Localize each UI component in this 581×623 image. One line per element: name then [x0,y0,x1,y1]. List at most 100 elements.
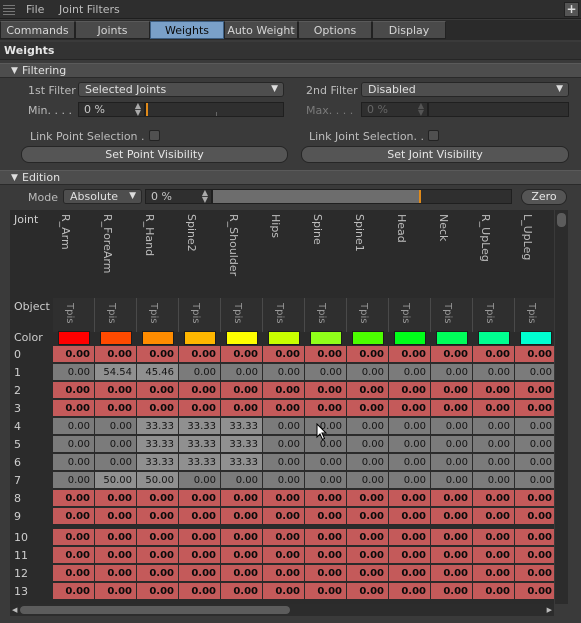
weight-cell[interactable]: 0.00 [95,382,137,399]
weight-cell[interactable]: 33.33 [137,454,179,471]
spinner-icon[interactable]: ▲ ▼ [202,189,208,204]
weight-cell[interactable]: 0.00 [263,400,305,417]
weight-cell[interactable]: 0.00 [221,565,263,582]
color-swatch[interactable] [394,331,426,345]
weight-cell[interactable]: 0.00 [347,382,389,399]
weight-cell[interactable]: 0.00 [347,583,389,600]
weight-cell[interactable]: 0.00 [473,490,515,507]
weight-cell[interactable]: 0.00 [473,364,515,381]
weight-cell[interactable]: 0.00 [515,565,554,582]
weight-cell[interactable]: 0.00 [137,400,179,417]
weight-cell[interactable]: 0.00 [515,472,554,489]
weight-cell[interactable]: 0.00 [431,382,473,399]
weight-cell[interactable]: 0.00 [221,490,263,507]
weight-cell[interactable]: 0.00 [179,529,221,546]
weight-cell[interactable]: 0.00 [53,346,95,363]
weight-cell[interactable]: 0.00 [53,364,95,381]
slider-handle[interactable] [146,103,148,116]
collapse-triangle-icon[interactable]: ▼ [11,66,18,76]
weight-cell[interactable]: 33.33 [179,436,221,453]
weight-cell[interactable]: 0.00 [389,454,431,471]
weight-cell[interactable]: 0.00 [515,400,554,417]
weight-cell[interactable]: 0.00 [305,472,347,489]
color-swatch[interactable] [520,331,552,345]
weight-cell[interactable]: 0.00 [305,364,347,381]
weight-cell[interactable]: 0.00 [179,472,221,489]
weight-cell[interactable]: 0.00 [221,508,263,525]
weight-cell[interactable]: 0.00 [515,346,554,363]
weight-cell[interactable]: 0.00 [431,547,473,564]
weight-cell[interactable]: 33.33 [179,418,221,435]
menu-joint-filters[interactable]: Joint Filters [59,3,120,16]
set-point-visibility-button[interactable]: Set Point Visibility [21,146,288,163]
weight-cell[interactable]: 0.00 [179,400,221,417]
menu-file[interactable]: File [26,3,44,16]
weight-cell[interactable]: 0.00 [431,490,473,507]
weight-cell[interactable]: 0.00 [305,583,347,600]
weight-cell[interactable]: 0.00 [53,472,95,489]
weight-cell[interactable]: 0.00 [263,472,305,489]
weight-cell[interactable]: 33.33 [137,418,179,435]
weight-cell[interactable]: 0.00 [95,547,137,564]
joint-column-header[interactable]: Spine2 [185,214,198,252]
color-swatch[interactable] [100,331,132,345]
joint-column-header[interactable]: R_UpLeg [479,214,492,262]
weight-cell[interactable]: 0.00 [305,400,347,417]
weight-cell[interactable]: 0.00 [95,418,137,435]
weight-cell[interactable]: 0.00 [137,583,179,600]
weight-cell[interactable]: 0.00 [305,382,347,399]
weight-cell[interactable]: 0.00 [515,418,554,435]
weight-cell[interactable]: 0.00 [137,346,179,363]
scroll-left-icon[interactable]: ◀ [12,606,17,614]
weight-cell[interactable]: 0.00 [431,529,473,546]
scrollbar-thumb[interactable] [20,606,290,614]
tab-auto-weight[interactable]: Auto Weight [224,21,298,39]
weight-cell[interactable]: 0.00 [347,472,389,489]
weight-cell[interactable]: 0.00 [263,565,305,582]
weight-cell[interactable]: 0.00 [95,529,137,546]
weight-cell[interactable]: 0.00 [473,382,515,399]
weight-cell[interactable]: 0.00 [95,583,137,600]
horizontal-scrollbar[interactable]: ◀ ▶ [10,604,554,616]
weight-cell[interactable]: 0.00 [95,565,137,582]
weight-cell[interactable]: 0.00 [431,436,473,453]
weight-cell[interactable]: 0.00 [221,364,263,381]
weight-cell[interactable]: 0.00 [473,529,515,546]
link-joint-checkbox[interactable] [428,130,439,141]
grip-icon[interactable] [3,4,15,15]
weight-cell[interactable]: 0.00 [473,547,515,564]
weight-cell[interactable]: 0.00 [389,490,431,507]
weight-cell[interactable]: 50.00 [137,472,179,489]
weight-cell[interactable]: 0.00 [263,418,305,435]
weight-cell[interactable]: 0.00 [53,454,95,471]
color-swatch[interactable] [226,331,258,345]
color-swatch[interactable] [436,331,468,345]
weight-cell[interactable]: 33.33 [179,454,221,471]
weight-cell[interactable]: 0.00 [137,529,179,546]
weight-cell[interactable]: 0.00 [263,547,305,564]
weight-cell[interactable]: 0.00 [515,454,554,471]
weight-cell[interactable]: 0.00 [305,490,347,507]
weight-cell[interactable]: 0.00 [389,472,431,489]
zero-button[interactable]: Zero [521,189,567,205]
tab-weights[interactable]: Weights [150,21,224,39]
weight-cell[interactable]: 0.00 [473,472,515,489]
weight-cell[interactable]: 0.00 [389,382,431,399]
weight-cell[interactable]: 0.00 [515,436,554,453]
strength-input[interactable]: 0 % ▲ ▼ [145,189,212,204]
weight-cell[interactable]: 33.33 [221,436,263,453]
weight-cell[interactable]: 0.00 [515,382,554,399]
weight-cell[interactable]: 0.00 [389,508,431,525]
weight-cell[interactable]: 0.00 [473,436,515,453]
tab-options[interactable]: Options [298,21,372,39]
joint-column-header[interactable]: Hips [269,214,282,238]
weight-cell[interactable]: 0.00 [263,346,305,363]
weight-cell[interactable]: 0.00 [431,472,473,489]
weight-cell[interactable]: 0.00 [263,529,305,546]
weight-cell[interactable]: 0.00 [473,346,515,363]
weight-cell[interactable]: 0.00 [53,418,95,435]
weight-cell[interactable]: 0.00 [137,382,179,399]
color-swatch[interactable] [352,331,384,345]
color-swatch[interactable] [310,331,342,345]
weight-cell[interactable]: 0.00 [389,529,431,546]
